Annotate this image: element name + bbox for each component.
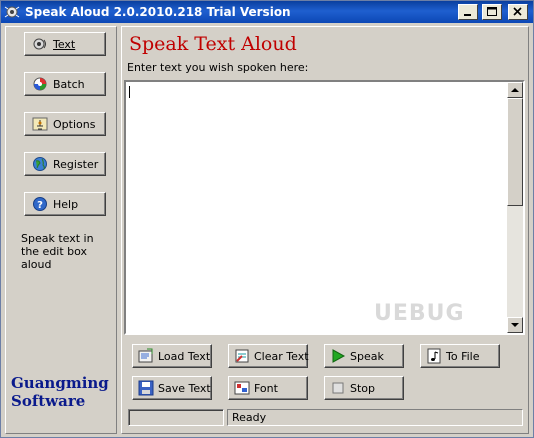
- to-file-button[interactable]: To File: [420, 344, 500, 368]
- scroll-down-button[interactable]: [507, 317, 523, 333]
- speak-label: Speak: [350, 349, 384, 363]
- sidebar-button-batch[interactable]: Batch: [24, 72, 106, 96]
- status-text: Ready: [232, 411, 267, 424]
- app-window: Speak Aloud 2.0.2010.218 Trial Version T…: [0, 0, 534, 438]
- load-text-icon: [138, 348, 154, 364]
- load-text-label: Load Text: [158, 349, 211, 363]
- window-title: Speak Aloud 2.0.2010.218 Trial Version: [25, 5, 291, 19]
- batch-icon: [32, 76, 48, 92]
- font-button[interactable]: Font: [228, 376, 308, 400]
- speak-button[interactable]: Speak: [324, 344, 404, 368]
- sidebar-button-label: Options: [53, 117, 96, 131]
- scroll-thumb[interactable]: [507, 98, 523, 206]
- close-button[interactable]: [508, 4, 528, 20]
- font-label: Font: [254, 381, 278, 395]
- status-text-pane: Ready: [227, 409, 523, 426]
- app-icon: [4, 4, 20, 20]
- sidebar-button-text[interactable]: Text: [24, 32, 106, 56]
- stop-icon: [330, 380, 346, 396]
- minimize-icon: [464, 14, 471, 16]
- edit-prompt: Enter text you wish spoken here:: [127, 61, 309, 74]
- brand-line-2: Software: [11, 392, 86, 410]
- arrow-up-icon: [511, 88, 519, 92]
- arrow-down-icon: [511, 323, 519, 327]
- brand-line-1: Guangming: [11, 374, 109, 392]
- options-icon: [32, 116, 48, 132]
- save-text-button[interactable]: Save Text: [132, 376, 212, 400]
- clear-text-label: Clear Text: [254, 349, 309, 363]
- sidebar-button-label: Text: [53, 37, 76, 51]
- page-title: Speak Text Aloud: [129, 33, 297, 55]
- play-icon: [330, 348, 346, 364]
- sidebar-button-help[interactable]: ? Help: [24, 192, 106, 216]
- music-file-icon: [426, 348, 442, 364]
- stop-button[interactable]: Stop: [324, 376, 404, 400]
- clear-text-button[interactable]: Clear Text: [228, 344, 309, 368]
- sidebar-button-register[interactable]: Register: [24, 152, 106, 176]
- clear-text-icon: [234, 348, 250, 364]
- title-bar[interactable]: Speak Aloud 2.0.2010.218 Trial Version: [1, 1, 533, 23]
- sidebar-hint: Speak text in the edit box aloud: [21, 232, 94, 271]
- status-bar: Ready: [125, 407, 526, 428]
- load-text-button[interactable]: Load Text: [132, 344, 212, 368]
- sidebar-button-label: Help: [53, 197, 79, 211]
- text-caret: [129, 86, 130, 98]
- sidebar: Text Batch Options Register ? Help Speak…: [5, 26, 117, 434]
- scroll-up-button[interactable]: [507, 82, 523, 98]
- text-edit-box[interactable]: UEBUG: [124, 80, 525, 335]
- maximize-button[interactable]: [482, 4, 502, 20]
- vertical-scrollbar[interactable]: [507, 82, 523, 333]
- close-icon: [513, 7, 522, 16]
- font-icon: [234, 380, 250, 396]
- maximize-icon: [487, 7, 497, 16]
- register-icon: [32, 156, 48, 172]
- main-panel: Speak Text Aloud Enter text you wish spo…: [121, 26, 529, 434]
- speaker-icon: [32, 36, 48, 52]
- sidebar-button-label: Batch: [53, 77, 85, 91]
- stop-label: Stop: [350, 381, 376, 395]
- brand-logo: Guangming Software: [11, 374, 109, 410]
- save-text-label: Save Text: [158, 381, 211, 395]
- help-icon: ?: [32, 196, 48, 212]
- sidebar-button-options[interactable]: Options: [24, 112, 106, 136]
- status-progress-pane: [128, 409, 224, 426]
- sidebar-button-label: Register: [53, 157, 99, 171]
- save-icon: [138, 380, 154, 396]
- minimize-button[interactable]: [458, 4, 478, 20]
- svg-text:?: ?: [37, 200, 43, 211]
- watermark-text: UEBUG: [374, 301, 465, 326]
- to-file-label: To File: [446, 349, 480, 363]
